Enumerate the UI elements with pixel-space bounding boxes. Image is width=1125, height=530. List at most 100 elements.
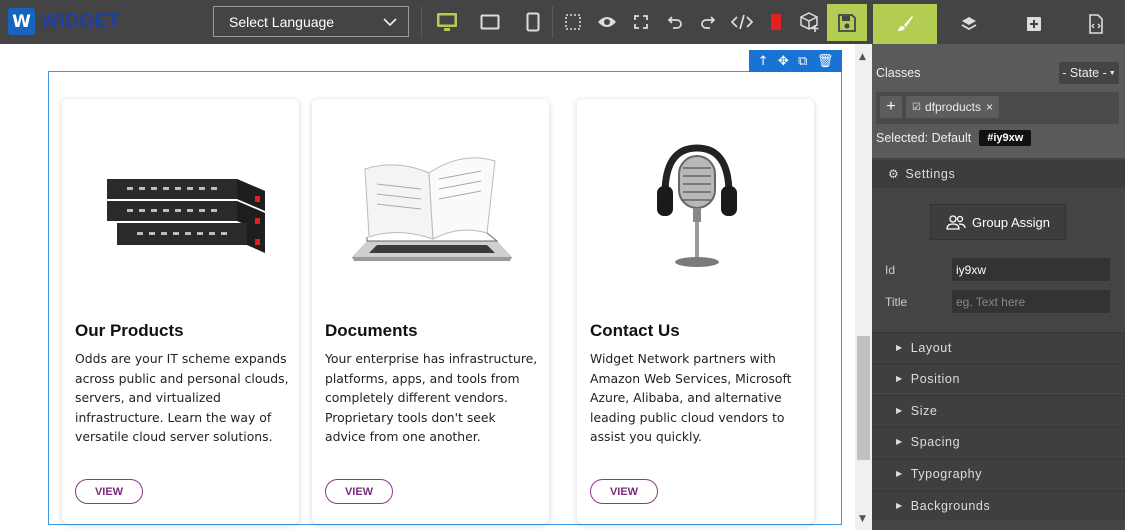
- logo: W WIDGET: [8, 8, 120, 35]
- component-outline-button[interactable]: [559, 8, 587, 36]
- box-plus-icon: [800, 12, 819, 32]
- sector-label: Spacing: [910, 434, 961, 449]
- view-button[interactable]: VIEW: [75, 479, 143, 504]
- layers-icon: [961, 17, 977, 31]
- clone-icon[interactable]: ⧉: [798, 54, 807, 69]
- selector-manager: Classes - State - ▼ + ☑ dfproducts × Sel…: [872, 44, 1125, 158]
- product-card[interactable]: Documents Your enterprise has infrastruc…: [312, 99, 549, 524]
- id-label: Id: [885, 263, 896, 277]
- redo-icon: [701, 16, 716, 29]
- sector-backgrounds[interactable]: ▶ Backgrounds: [872, 490, 1125, 520]
- card-text: Odds are your IT scheme expands across p…: [75, 351, 289, 445]
- fullscreen-button[interactable]: [627, 8, 655, 36]
- paint-brush-icon: [898, 16, 913, 31]
- state-select-label: - State -: [1062, 66, 1107, 80]
- caret-right-icon: ▶: [896, 469, 903, 478]
- code-file-tab[interactable]: [1066, 4, 1125, 44]
- logo-text: WIDGET: [41, 10, 120, 32]
- tablet-device-button[interactable]: [476, 8, 504, 36]
- select-parent-icon[interactable]: ↑: [758, 54, 769, 69]
- undo-button[interactable]: [661, 8, 689, 36]
- group-assign-button[interactable]: Group Assign: [930, 204, 1066, 240]
- card-title: Documents: [325, 321, 418, 340]
- sector-size[interactable]: ▶ Size: [872, 395, 1125, 425]
- product-card[interactable]: Contact Us Widget Network partners with …: [577, 99, 814, 524]
- toolbar-divider: [421, 6, 422, 38]
- add-class-button[interactable]: +: [880, 96, 902, 118]
- state-select[interactable]: - State - ▼: [1059, 62, 1119, 84]
- scrollbar-thumb[interactable]: [857, 336, 870, 460]
- trash-red-icon: [771, 14, 781, 30]
- desktop-device-button[interactable]: [433, 8, 461, 36]
- delete-icon[interactable]: 🗑︎: [817, 54, 834, 69]
- card-text: Your enterprise has infrastructure, plat…: [325, 351, 538, 445]
- logo-mark: W: [8, 8, 35, 35]
- save-button[interactable]: [827, 4, 867, 41]
- style-manager-tab[interactable]: [873, 4, 937, 44]
- selected-label: Selected: Default: [876, 131, 972, 145]
- selected-component-frame[interactable]: Our Products Odds are your IT scheme exp…: [48, 71, 842, 525]
- plus-square-icon: [1027, 17, 1041, 31]
- sector-label: Typography: [910, 466, 983, 481]
- product-card[interactable]: Our Products Odds are your IT scheme exp…: [62, 99, 299, 524]
- selected-id-badge: #iy9xw: [979, 130, 1032, 146]
- title-label: Title: [885, 295, 908, 309]
- settings-header[interactable]: ⚙ Settings: [872, 160, 1125, 188]
- toolbar-divider: [552, 6, 553, 38]
- group-assign-label: Group Assign: [971, 214, 1051, 230]
- sector-layout[interactable]: ▶ Layout: [872, 332, 1125, 362]
- view-button[interactable]: VIEW: [325, 479, 393, 504]
- sector-label: Layout: [910, 340, 952, 355]
- dashed-square-icon: [565, 14, 581, 30]
- language-select-label: Select Language: [229, 13, 335, 30]
- language-select[interactable]: Select Language: [213, 6, 409, 37]
- top-toolbar: W WIDGET Select Language: [0, 0, 1125, 44]
- laptop-book-image: [332, 119, 532, 289]
- clear-canvas-button[interactable]: [762, 8, 790, 36]
- floppy-disk-icon: [838, 13, 856, 32]
- preview-button[interactable]: [593, 8, 621, 36]
- caret-right-icon: ▶: [896, 374, 903, 383]
- sector-label: Backgrounds: [910, 498, 991, 513]
- view-button[interactable]: VIEW: [590, 479, 658, 504]
- file-code-icon: [1088, 14, 1103, 34]
- sector-spacing[interactable]: ▶ Spacing: [872, 426, 1125, 456]
- add-block-button[interactable]: [796, 8, 824, 36]
- style-manager-panel: Classes - State - ▼ + ☑ dfproducts × Sel…: [872, 44, 1125, 530]
- headphones-microphone-image: [597, 119, 797, 289]
- mobile-device-button[interactable]: [519, 8, 547, 36]
- component-toolbar: ↑ ✥ ⧉ 🗑︎: [749, 50, 842, 72]
- users-icon: [946, 215, 966, 230]
- undo-icon: [667, 16, 682, 29]
- sector-typography[interactable]: ▶ Typography: [872, 458, 1125, 488]
- redo-button[interactable]: [694, 8, 722, 36]
- scroll-up-arrow[interactable]: ▲: [859, 52, 866, 62]
- class-tag[interactable]: ☑ dfproducts ×: [906, 96, 1000, 118]
- checkbox-icon[interactable]: ☑: [912, 102, 921, 113]
- move-icon[interactable]: ✥: [778, 54, 789, 69]
- title-input[interactable]: eg. Text here: [952, 290, 1110, 313]
- gear-icon: ⚙: [888, 167, 900, 181]
- editor-canvas[interactable]: Our Products Odds are your IT scheme exp…: [0, 44, 855, 530]
- close-icon[interactable]: ×: [986, 100, 993, 114]
- chevron-down-icon: [383, 18, 397, 27]
- scroll-down-arrow[interactable]: ▼: [859, 514, 866, 524]
- fullscreen-icon: [634, 15, 648, 29]
- sector-position[interactable]: ▶ Position: [872, 363, 1125, 393]
- tablet-icon: [480, 14, 500, 30]
- eye-icon: [598, 17, 616, 27]
- layer-manager-tab[interactable]: [937, 4, 1001, 44]
- class-tag-label: dfproducts: [924, 100, 982, 114]
- canvas-scrollbar[interactable]: ▲ ▼: [855, 44, 872, 530]
- sector-label: Position: [910, 371, 961, 386]
- class-tags: + ☑ dfproducts ×: [876, 92, 1119, 124]
- caret-right-icon: ▶: [896, 437, 903, 446]
- settings-label: Settings: [905, 167, 956, 181]
- blocks-tab[interactable]: [1002, 4, 1066, 44]
- mobile-icon: [526, 12, 540, 32]
- code-view-button[interactable]: [728, 8, 756, 36]
- code-icon: [731, 14, 753, 30]
- caret-right-icon: ▶: [896, 343, 903, 352]
- server-rack-image: [82, 119, 282, 289]
- id-input[interactable]: iy9xw: [952, 258, 1110, 281]
